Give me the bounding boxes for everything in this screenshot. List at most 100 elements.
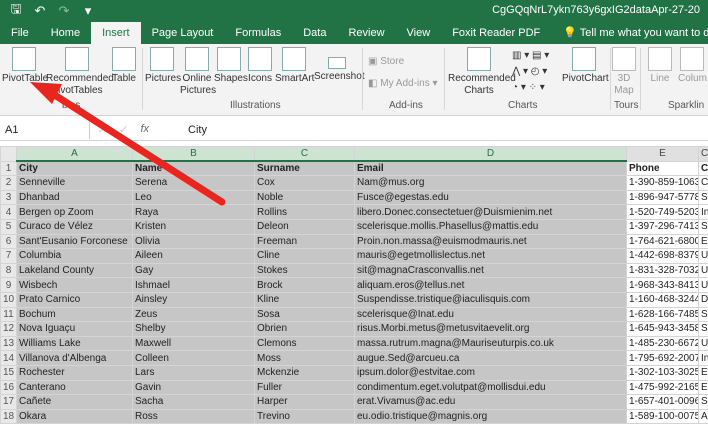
row-header[interactable]: 6: [1, 234, 17, 249]
row-header[interactable]: 14: [1, 351, 17, 366]
cell[interactable]: Williams Lake: [17, 336, 133, 351]
cell[interactable]: Nova Iguaçu: [17, 322, 133, 337]
row-header[interactable]: 3: [1, 190, 17, 205]
cell[interactable]: Bochum: [17, 307, 133, 322]
cell[interactable]: massa.rutrum.magna@Mauriseuturpis.co.uk: [355, 336, 627, 351]
cell[interactable]: Canterano: [17, 380, 133, 395]
cell[interactable]: Proin.non.massa@euismodmauris.net: [355, 234, 627, 249]
cell[interactable]: C: [699, 176, 708, 191]
cell[interactable]: Dhanbad: [17, 190, 133, 205]
cell[interactable]: Ishmael: [133, 278, 255, 293]
cell[interactable]: Freeman: [255, 234, 355, 249]
cell[interactable]: Lars: [133, 365, 255, 380]
cell[interactable]: Et: [699, 234, 708, 249]
cell[interactable]: Curaco de Vélez: [17, 219, 133, 234]
save-icon[interactable]: 🖫: [8, 0, 24, 22]
cell[interactable]: Okara: [17, 409, 133, 424]
cell[interactable]: Ur: [699, 278, 708, 293]
row-header[interactable]: 15: [1, 365, 17, 380]
cell[interactable]: eu.odio.tristique@magnis.org: [355, 409, 627, 424]
tab-formulas[interactable]: Formulas: [224, 22, 292, 44]
row-header[interactable]: 7: [1, 249, 17, 264]
cell[interactable]: 1-475-992-2165: [627, 380, 699, 395]
row-header[interactable]: 5: [1, 219, 17, 234]
cell[interactable]: U: [699, 336, 708, 351]
cell[interactable]: Fuller: [255, 380, 355, 395]
cell[interactable]: Clemons: [255, 336, 355, 351]
cell[interactable]: Lakeland County: [17, 263, 133, 278]
cell[interactable]: 1-764-621-6800: [627, 234, 699, 249]
recommended-pivottables-button[interactable]: Recommended PivotTables: [46, 47, 108, 97]
tab-file[interactable]: File: [0, 22, 40, 44]
screenshot-button[interactable]: Screenshot: [314, 47, 360, 83]
fx-icon[interactable]: fx: [140, 123, 149, 136]
cell[interactable]: Brock: [255, 278, 355, 293]
cell[interactable]: Columbia: [17, 249, 133, 264]
name-box[interactable]: A1: [0, 121, 90, 139]
row-header[interactable]: 10: [1, 292, 17, 307]
3d-map-button[interactable]: 3D Map: [612, 47, 636, 97]
cell[interactable]: Deleon: [255, 219, 355, 234]
cell[interactable]: Kline: [255, 292, 355, 307]
cell[interactable]: erat.Vivamus@ac.edu: [355, 395, 627, 410]
cell[interactable]: Et: [699, 365, 708, 380]
cell[interactable]: Trevino: [255, 409, 355, 424]
cell[interactable]: Colleen: [133, 351, 255, 366]
cell[interactable]: Olivia: [133, 234, 255, 249]
cell[interactable]: In: [699, 351, 708, 366]
cell[interactable]: Sant'Eusanio Forconese: [17, 234, 133, 249]
cell[interactable]: Sc: [699, 190, 708, 205]
cell[interactable]: sit@magnaCrasconvallis.net: [355, 263, 627, 278]
cell[interactable]: augue.Sed@arcueu.ca: [355, 351, 627, 366]
tab-data[interactable]: Data: [292, 22, 337, 44]
sparkline-line-button[interactable]: Line: [648, 47, 672, 85]
row-header[interactable]: 1: [1, 161, 17, 176]
row-header[interactable]: 9: [1, 278, 17, 293]
tab-home[interactable]: Home: [40, 22, 91, 44]
cell[interactable]: 1-657-401-0096: [627, 395, 699, 410]
cell[interactable]: Ross: [133, 409, 255, 424]
row-header[interactable]: 8: [1, 263, 17, 278]
cell[interactable]: Sc: [699, 322, 708, 337]
cell[interactable]: 1-442-698-8379: [627, 249, 699, 264]
tab-foxit-reader-pdf[interactable]: Foxit Reader PDF: [441, 22, 551, 44]
cell[interactable]: 1-645-943-3458: [627, 322, 699, 337]
formula-input[interactable]: City: [178, 124, 207, 136]
cell[interactable]: Senneville: [17, 176, 133, 191]
cell[interactable]: 1-628-166-7485: [627, 307, 699, 322]
smartart-button[interactable]: SmartArt: [275, 47, 313, 85]
cell[interactable]: Gay: [133, 263, 255, 278]
cell[interactable]: Leo: [133, 190, 255, 205]
tell-me-search[interactable]: 💡 Tell me what you want to do: [551, 22, 708, 44]
column-header-e[interactable]: E: [627, 147, 699, 162]
cell[interactable]: Harper: [255, 395, 355, 410]
cell[interactable]: 1-397-296-7413: [627, 219, 699, 234]
store-button[interactable]: ▣ Store: [368, 56, 404, 67]
undo-icon[interactable]: ↶: [32, 3, 48, 19]
cell[interactable]: Kristen: [133, 219, 255, 234]
cell[interactable]: Moss: [255, 351, 355, 366]
redo-icon[interactable]: ↷: [56, 3, 72, 19]
cell[interactable]: Name: [133, 161, 255, 176]
column-chart-button[interactable]: ▥ ▾ ▤ ▾: [512, 50, 549, 61]
column-header-b[interactable]: B: [133, 147, 255, 162]
cell[interactable]: Obrien: [255, 322, 355, 337]
tab-view[interactable]: View: [396, 22, 442, 44]
cell[interactable]: Cañete: [17, 395, 133, 410]
cell[interactable]: Cline: [255, 249, 355, 264]
recommended-charts-button[interactable]: Recommended Charts: [448, 47, 510, 97]
customize-toolbar-icon[interactable]: ▾: [80, 3, 96, 19]
cell[interactable]: libero.Donec.consectetuer@Duismienim.net: [355, 205, 627, 220]
table-button[interactable]: Table: [110, 47, 138, 85]
row-header[interactable]: 16: [1, 380, 17, 395]
cell[interactable]: Suspendisse.tristique@iaculisquis.com: [355, 292, 627, 307]
cell[interactable]: Surname: [255, 161, 355, 176]
cell[interactable]: 1-390-859-1063: [627, 176, 699, 191]
cell[interactable]: 1-896-947-5778: [627, 190, 699, 205]
cell[interactable]: Maxwell: [133, 336, 255, 351]
row-header[interactable]: 12: [1, 322, 17, 337]
cell[interactable]: Aileen: [133, 249, 255, 264]
my-addins-button[interactable]: ◧ My Add-ins ▾: [368, 78, 438, 89]
cell[interactable]: 1-831-328-7032: [627, 263, 699, 278]
cell[interactable]: risus.Morbi.metus@metusvitaevelit.org: [355, 322, 627, 337]
